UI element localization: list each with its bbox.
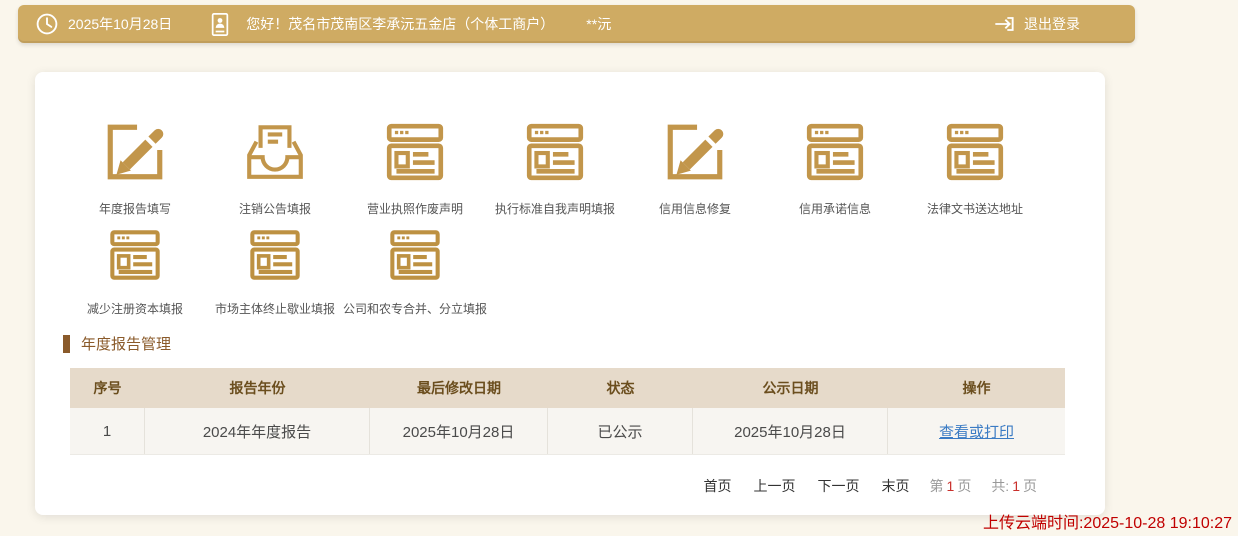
main-card: 年度报告填写 注销公告填报 营业执照作废声明 执行标准自我声明填报 信用信息修复…	[35, 72, 1105, 515]
page-suffix: 页	[957, 478, 972, 494]
header-last-modified: 最后修改日期	[417, 380, 501, 396]
action-deregistration-announcement[interactable]: 注销公告填报	[205, 116, 345, 217]
upload-timestamp: 上传云端时间:2025-10-28 19:10:27	[982, 515, 1232, 532]
action-label: 法律文书送达地址	[926, 202, 1023, 216]
current-page-number: 1	[946, 478, 955, 494]
action-label: 市场主体终止歇业填报	[214, 302, 335, 316]
action-label: 营业执照作废声明	[366, 202, 463, 216]
inbox-icon	[242, 116, 308, 188]
total-suffix: 页	[1023, 478, 1037, 494]
header-report-year: 报告年份	[229, 380, 286, 396]
masked-user-name: **沅	[586, 16, 612, 32]
header-publish-date: 公示日期	[762, 380, 819, 396]
browser-icon	[106, 222, 164, 288]
section-header: 年度报告管理	[63, 333, 171, 354]
pagination: 首页 上一页 下一页 末页 第1页 共: 1 页	[704, 476, 1037, 496]
clock-icon	[34, 11, 60, 37]
logout-label: 退出登录	[1024, 16, 1080, 32]
action-label: 减少注册资本填报	[86, 302, 183, 316]
pagination-first[interactable]: 首页	[704, 476, 732, 496]
action-label: 执行标准自我声明填报	[494, 202, 615, 216]
user-greeting: 您好！茂名市茂南区李承沅五金店（个体工商户）	[246, 16, 555, 32]
table-header-row: 序号 报告年份 最后修改日期 状态 公示日期 操作	[70, 368, 1065, 408]
logout-button[interactable]: 退出登录	[992, 12, 1080, 36]
license-badge-icon	[208, 11, 232, 38]
page-prefix: 第	[929, 478, 944, 494]
action-credit-repair[interactable]: 信用信息修复	[625, 116, 765, 217]
quick-actions-row-2: 减少注册资本填报 市场主体终止歇业填报 公司和农专合并、分立填报	[65, 222, 488, 317]
cell-seq: 1	[70, 408, 145, 454]
section-title: 年度报告管理	[81, 336, 172, 353]
pagination-next[interactable]: 下一页	[818, 476, 860, 496]
cell-action: 查看或打印	[888, 408, 1065, 454]
cell-last-modified: 2025年10月28日	[370, 408, 548, 454]
action-standard-self-declaration[interactable]: 执行标准自我声明填报	[485, 116, 625, 217]
view-or-print-link[interactable]: 查看或打印	[939, 421, 1014, 442]
pagination-total: 共: 1 页	[991, 476, 1037, 496]
annual-report-table: 序号 报告年份 最后修改日期 状态 公示日期 操作 1 2024年年度报告 20…	[70, 368, 1065, 455]
header-seq: 序号	[93, 380, 122, 396]
browser-icon	[382, 116, 448, 188]
section-accent-bar	[63, 334, 70, 353]
action-credit-commitment[interactable]: 信用承诺信息	[765, 116, 905, 217]
browser-icon	[942, 116, 1008, 188]
total-prefix: 共:	[991, 478, 1010, 494]
cell-report-year: 2024年年度报告	[145, 408, 370, 454]
action-label: 年度报告填写	[98, 202, 171, 216]
action-label: 注销公告填报	[238, 202, 311, 216]
annual-report-page: { "topbar": { "date": "2025年10月28日", "gr…	[0, 0, 1238, 536]
action-label: 信用信息修复	[658, 202, 731, 216]
pagination-current: 第1页	[930, 476, 972, 496]
header-status: 状态	[606, 380, 635, 396]
current-date: 2025年10月28日	[68, 16, 173, 32]
pagination-prev[interactable]: 上一页	[754, 476, 796, 496]
action-capital-reduction[interactable]: 减少注册资本填报	[65, 222, 205, 317]
browser-icon	[802, 116, 868, 188]
action-label: 信用承诺信息	[798, 202, 871, 216]
logout-icon	[992, 12, 1016, 36]
pagination-last[interactable]: 末页	[882, 476, 910, 496]
action-license-invalidation[interactable]: 营业执照作废声明	[345, 116, 485, 217]
cell-publish-date: 2025年10月28日	[693, 408, 888, 454]
topbar: 2025年10月28日 您好！茂名市茂南区李承沅五金店（个体工商户） **沅 退…	[18, 5, 1135, 43]
edit-icon	[102, 116, 168, 188]
header-action: 操作	[962, 380, 991, 396]
quick-actions-row-1: 年度报告填写 注销公告填报 营业执照作废声明 执行标准自我声明填报 信用信息修复…	[65, 116, 1045, 217]
browser-icon	[522, 116, 588, 188]
cell-status: 已公示	[548, 408, 693, 454]
browser-icon	[386, 222, 444, 288]
browser-icon	[246, 222, 304, 288]
table-row: 1 2024年年度报告 2025年10月28日 已公示 2025年10月28日 …	[70, 408, 1065, 455]
action-business-suspension[interactable]: 市场主体终止歇业填报	[205, 222, 345, 317]
action-label: 公司和农专合并、分立填报	[343, 302, 488, 316]
action-legal-document-address[interactable]: 法律文书送达地址	[905, 116, 1045, 217]
edit-icon	[662, 116, 728, 188]
total-pages-number: 1	[1012, 478, 1020, 494]
action-merger-division[interactable]: 公司和农专合并、分立填报	[343, 222, 488, 317]
action-annual-report-fill[interactable]: 年度报告填写	[65, 116, 205, 217]
